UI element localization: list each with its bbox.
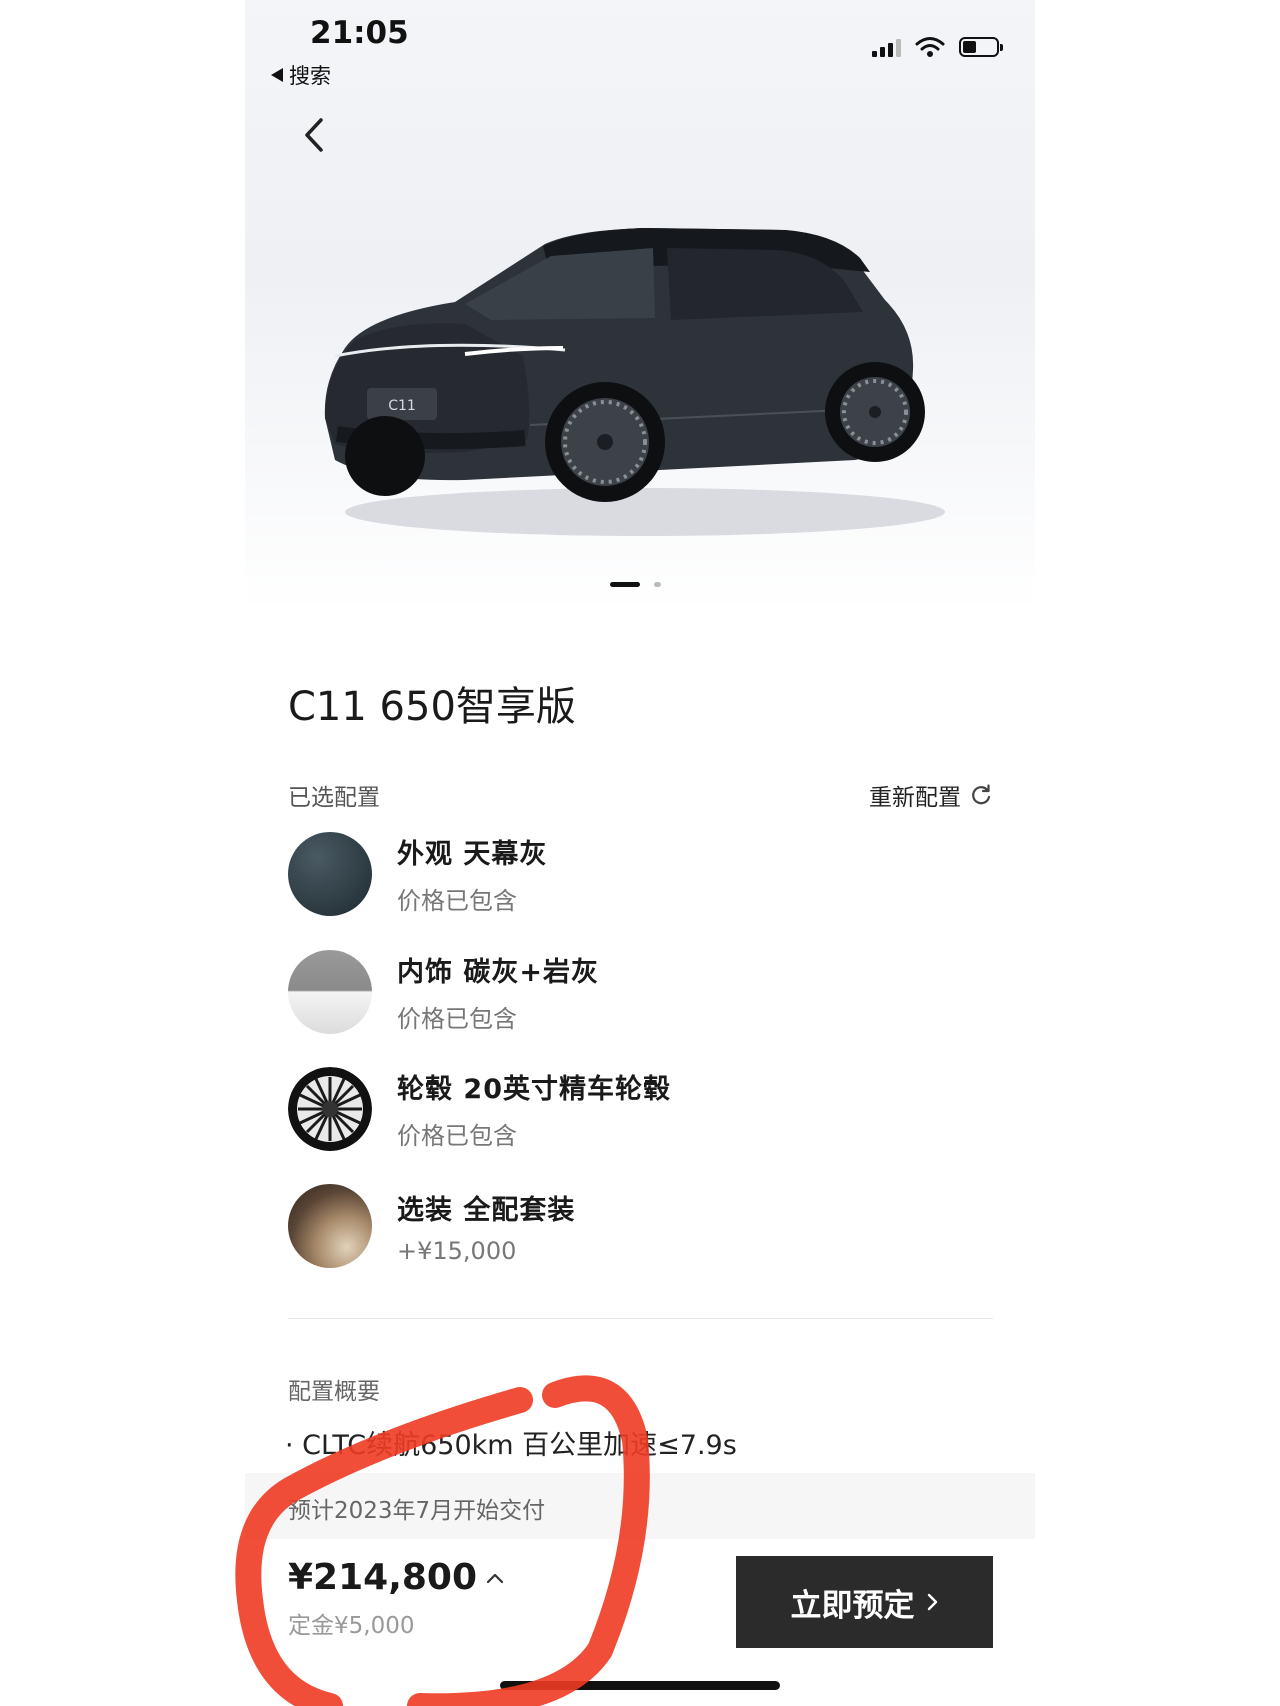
config-name: 全配套装 [463, 1194, 576, 1226]
license-plate-text: C11 [388, 398, 416, 414]
back-to-app[interactable]: 搜索 [271, 60, 331, 90]
selected-config-label: 已选配置 [288, 785, 380, 811]
home-indicator[interactable] [500, 1681, 780, 1690]
config-category: 内饰 [397, 957, 453, 988]
config-price: 价格已包含 [397, 1122, 517, 1150]
refresh-icon [972, 784, 991, 805]
rear-wheel [825, 362, 925, 462]
deposit-amount: 定金¥5,000 [288, 1613, 415, 1639]
selected-config-header: 已选配置 重新配置 [288, 778, 993, 812]
status-icons [872, 36, 1003, 58]
battery-icon [959, 37, 1003, 57]
front-wheel [545, 382, 665, 502]
package-thumbnail [288, 1184, 372, 1268]
config-item-package[interactable]: 选装 全配套装 +¥15,000 [288, 1183, 993, 1269]
config-price: +¥15,000 [397, 1236, 517, 1265]
pager-dot[interactable] [654, 582, 661, 587]
gallery-pager[interactable] [610, 582, 661, 587]
chevron-right-icon [927, 1593, 937, 1611]
summary-item: · CLTC续航650km 百公里加速≤7.9s [285, 1430, 737, 1461]
pager-dot-active[interactable] [610, 582, 640, 587]
total-price-value: ¥214,800 [288, 1557, 478, 1598]
config-category: 选装 [397, 1194, 453, 1226]
reconfigure-button[interactable]: 重新配置 [869, 778, 993, 812]
config-category: 外观 [397, 839, 453, 870]
back-triangle-icon [271, 68, 283, 82]
reserve-button[interactable]: 立即预定 [736, 1556, 993, 1648]
car-image: C11 [324, 228, 945, 536]
total-price[interactable]: ¥214,800 [288, 1557, 505, 1598]
wheel-icon [288, 1067, 372, 1151]
phone-screen: 21:05 搜索 C11 C11 650智享版 已选配置 重新配置 外观 天幕灰… [245, 0, 1035, 1706]
divider [288, 1318, 993, 1319]
signal-icon [872, 37, 901, 57]
config-price: 价格已包含 [397, 1005, 517, 1033]
config-name: 碳灰+岩灰 [463, 957, 600, 988]
back-arrow-icon[interactable] [295, 112, 335, 158]
config-category: 轮毂 [397, 1074, 453, 1105]
config-name: 天幕灰 [463, 839, 548, 870]
config-name: 20英寸精车轮毂 [463, 1074, 671, 1105]
status-time: 21:05 [310, 15, 409, 51]
wifi-icon [915, 37, 945, 57]
config-item-wheels[interactable]: 轮毂 20英寸精车轮毂 价格已包含 [288, 1066, 993, 1152]
car-gallery[interactable]: 21:05 搜索 C11 [245, 0, 1035, 612]
interior-color-swatch [288, 950, 372, 1034]
reserve-label: 立即预定 [790, 1587, 915, 1624]
delivery-text: 预计2023年7月开始交付 [288, 1498, 546, 1524]
model-title: C11 650智享版 [288, 684, 576, 730]
reconfigure-label: 重新配置 [869, 785, 961, 811]
summary-item-text: CLTC续航650km 百公里加速≤7.9s [302, 1430, 737, 1461]
config-item-exterior[interactable]: 外观 天幕灰 价格已包含 [288, 831, 993, 917]
config-item-interior[interactable]: 内饰 碳灰+岩灰 价格已包含 [288, 949, 993, 1035]
chevron-up-icon[interactable] [485, 1571, 505, 1585]
config-price: 价格已包含 [397, 887, 517, 915]
summary-label: 配置概要 [288, 1379, 380, 1405]
rear-wheel-left [345, 416, 425, 496]
exterior-color-swatch [288, 832, 372, 916]
delivery-bar: 预计2023年7月开始交付 [245, 1473, 1035, 1539]
back-app-label: 搜索 [289, 64, 331, 88]
